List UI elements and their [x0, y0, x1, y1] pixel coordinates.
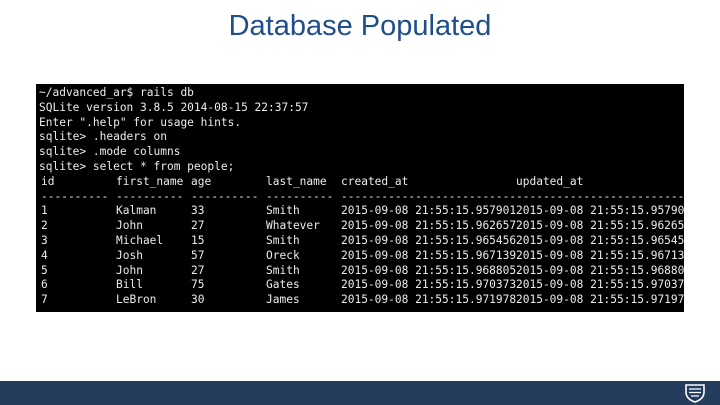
cell-id: 7	[41, 293, 48, 307]
table-row: 5 John 27 Smith 2015-09-08 21:55:15.9688…	[39, 263, 684, 279]
header-id: id	[41, 174, 55, 188]
cell-updated-at: 2015-09-08 21:55:15.962657	[516, 219, 684, 233]
table-row: 4 Josh 57 Oreck 2015-09-08 21:55:15.9671…	[39, 248, 684, 264]
cell-updated-at: 2015-09-08 21:55:15.970373	[516, 278, 684, 292]
table-separator-row: ---------- ---------- ---------- -------…	[39, 189, 684, 205]
cell-created-at: 2015-09-08 21:55:15.971978	[341, 293, 517, 307]
cell-id: 4	[41, 248, 48, 262]
cell-created-at: 2015-09-08 21:55:15.967139	[341, 248, 517, 262]
cell-created-at: 2015-09-08 21:55:15.968805	[341, 263, 517, 277]
cell-age: 33	[191, 204, 205, 218]
cell-created-at: 2015-09-08 21:55:15.957901	[341, 204, 517, 218]
cell-id: 5	[41, 263, 48, 277]
cell-id: 3	[41, 233, 48, 247]
cell-id: 2	[41, 219, 48, 233]
university-shield-icon	[685, 384, 705, 403]
cell-id: 6	[41, 278, 48, 292]
separator-updated-at: --------------------------	[516, 189, 684, 203]
cell-age: 75	[191, 278, 205, 292]
header-age: age	[191, 174, 212, 188]
terminal-window[interactable]: ~/advanced_ar$ rails db SQLite version 3…	[36, 84, 684, 312]
cell-age: 15	[191, 233, 205, 247]
table-header-row: id first_name age last_name created_at u…	[39, 175, 681, 190]
separator-created-at: --------------------------	[341, 189, 517, 203]
header-created-at: created_at	[341, 174, 409, 188]
cell-updated-at: 2015-09-08 21:55:15.957901	[516, 204, 684, 218]
cell-first-name: Michael	[116, 233, 164, 247]
cell-created-at: 2015-09-08 21:55:15.965456	[341, 233, 517, 247]
table-row: 1 Kalman 33 Smith 2015-09-08 21:55:15.95…	[39, 204, 684, 219]
cell-first-name: John	[116, 219, 143, 233]
cell-age: 30	[191, 293, 205, 307]
slide-title: Database Populated	[228, 10, 492, 42]
table-row: 2 John 27 Whatever 2015-09-08 21:55:15.9…	[39, 219, 684, 234]
cell-last-name: Smith	[266, 233, 300, 247]
header-updated-at: updated_at	[516, 174, 584, 188]
cell-age: 57	[191, 248, 205, 262]
headers-command-line: sqlite> .headers on	[39, 130, 167, 144]
cell-first-name: Josh	[116, 248, 143, 262]
cell-updated-at: 2015-09-08 21:55:15.967139	[516, 248, 684, 262]
cell-id: 1	[41, 204, 48, 218]
cell-first-name: Bill	[116, 278, 143, 292]
cell-last-name: James	[266, 293, 300, 307]
separator-id: ----------	[41, 189, 109, 203]
terminal-prompt-line[interactable]	[39, 308, 681, 312]
cell-updated-at: 2015-09-08 21:55:15.965456	[516, 233, 684, 247]
cell-last-name: Smith	[266, 263, 300, 277]
table-row: 3 Michael 15 Smith 2015-09-08 21:55:15.9…	[39, 233, 684, 249]
cell-last-name: Oreck	[266, 248, 300, 262]
header-first-name: first_name	[116, 174, 184, 188]
separator-last-name: ----------	[266, 189, 334, 203]
help-hint-line: Enter ".help" for usage hints.	[39, 115, 242, 129]
cell-first-name: Kalman	[116, 204, 157, 218]
cell-created-at: 2015-09-08 21:55:15.962657	[341, 219, 517, 233]
mode-command-line: sqlite> .mode columns	[39, 145, 181, 159]
cell-updated-at: 2015-09-08 21:55:15.971978	[516, 293, 684, 307]
terminal-command-line: ~/advanced_ar$ rails db	[39, 86, 194, 99]
table-row: 7 LeBron 30 James 2015-09-08 21:55:15.97…	[39, 293, 684, 308]
cell-first-name: John	[116, 263, 143, 277]
cell-first-name: LeBron	[116, 293, 157, 307]
cell-created-at: 2015-09-08 21:55:15.970373	[341, 278, 517, 292]
separator-age: ----------	[191, 189, 259, 203]
header-last-name: last_name	[266, 174, 327, 188]
cell-age: 27	[191, 219, 205, 233]
cell-last-name: Gates	[266, 278, 300, 292]
cell-last-name: Smith	[266, 204, 300, 218]
cell-last-name: Whatever	[266, 219, 320, 233]
cell-updated-at: 2015-09-08 21:55:15.968805	[516, 263, 684, 277]
select-command-line: sqlite> select * from people;	[39, 159, 235, 173]
separator-first-name: ----------	[116, 189, 184, 203]
sqlite-version-line: SQLite version 3.8.5 2014-08-15 22:37:57	[39, 100, 309, 114]
cell-age: 27	[191, 263, 205, 277]
footer-bar	[0, 381, 720, 405]
table-row: 6 Bill 75 Gates 2015-09-08 21:55:15.9703…	[39, 278, 684, 293]
